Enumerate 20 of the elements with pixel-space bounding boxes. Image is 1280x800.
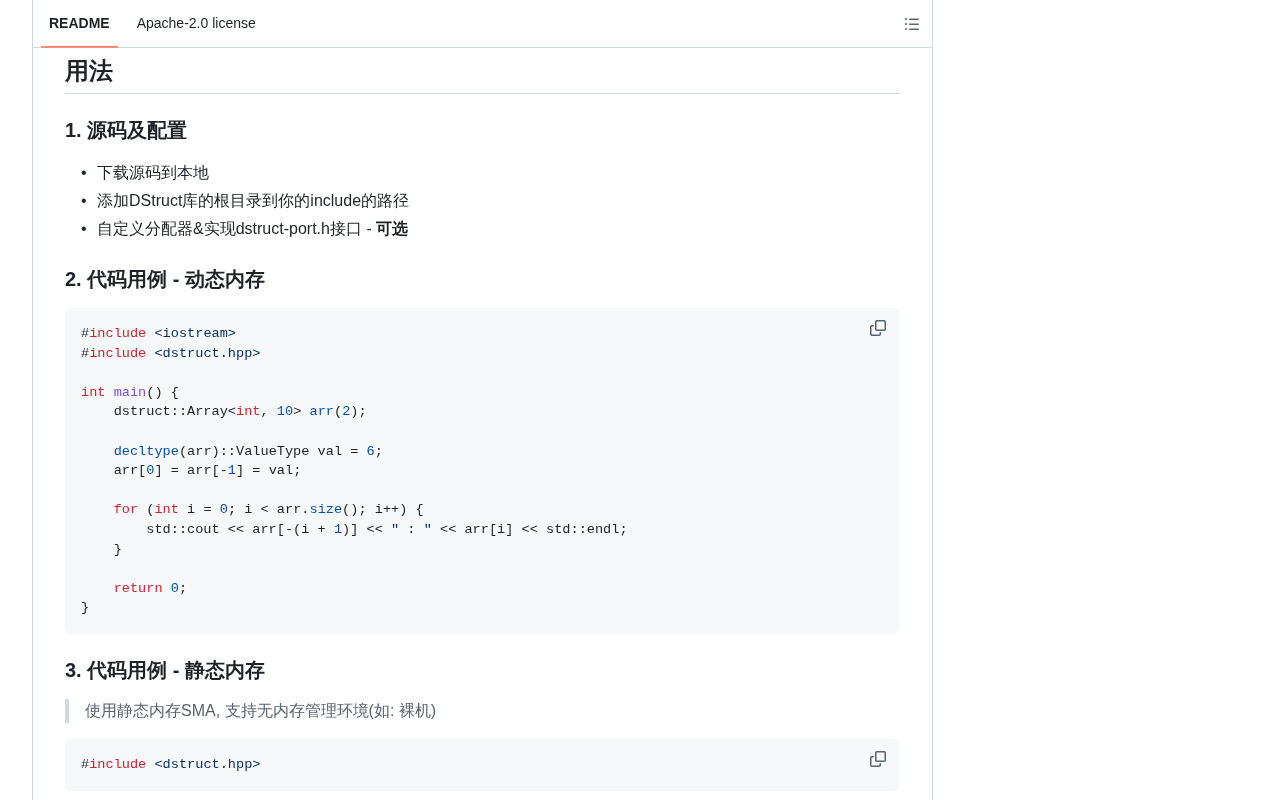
list-icon [904, 15, 920, 32]
section-heading: 用法 [65, 56, 900, 94]
list-item: 添加DStruct库的根目录到你的include的路径 [97, 191, 410, 211]
code-snippet: #include <iostream> #include <dstruct.hpp> int main() { dstruct::Array<int, 10> arr(2); decltype(arr)::ValueType val = 6; arr[0] = arr[-1] = val; for (int i = 0; i < arr.size(); i++) { std::cout << arr[-(i + 1)] << " : " << arr[i] << std::endl; } return 0; } [81, 325, 629, 618]
bullet: • [81, 191, 88, 211]
subsection-heading: 2. 代码用例 - 动态内存 [65, 267, 266, 292]
copy-button[interactable] [870, 320, 886, 336]
bullet: • [81, 219, 88, 239]
copy-icon [870, 750, 886, 767]
bullet: • [81, 163, 88, 183]
subsection-heading: 1. 源码及配置 [65, 118, 189, 143]
copy-button[interactable] [870, 750, 886, 767]
list-item: 下载源码到本地 [97, 163, 209, 183]
tab[interactable]: README [41, 0, 118, 48]
subsection-heading: 3. 代码用例 - 静态内存 [65, 657, 266, 683]
tab[interactable]: Apache-2.0 license [128, 0, 264, 48]
copy-icon [870, 320, 886, 336]
list-item: 自定义分配器&实现dstruct-port.h接口 - 可选 [97, 219, 409, 239]
blockquote: 使用静态内存SMA, 支持无内存管理环境(如: 裸机) [65, 698, 900, 723]
code-snippet: #include <dstruct.hpp> [81, 755, 262, 774]
